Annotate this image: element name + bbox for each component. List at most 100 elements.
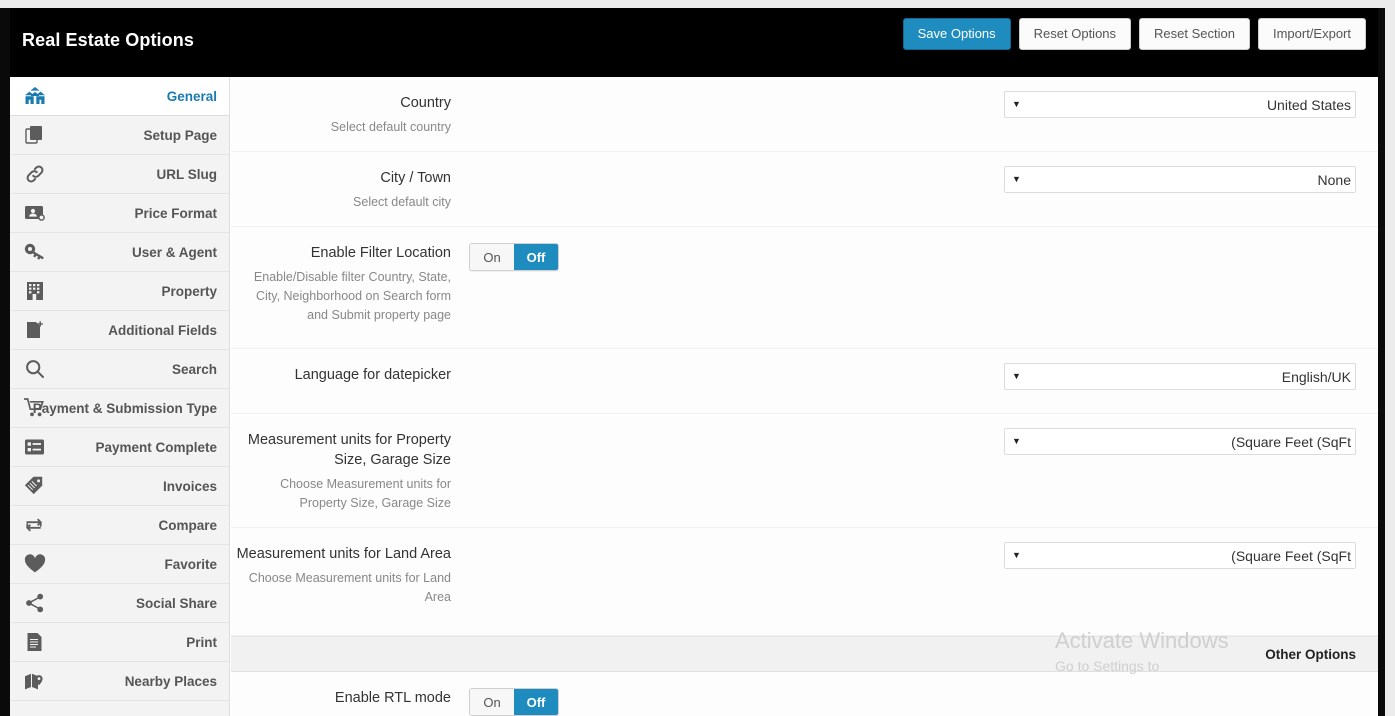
field-title: Country: [400, 95, 451, 111]
field-row-country: Country Select default country ▼ United …: [231, 77, 1378, 152]
sidebar-item-general[interactable]: General: [10, 77, 229, 116]
sidebar-item-label: Additional Fields: [108, 322, 217, 338]
sidebar-item-setup-page[interactable]: Setup Page: [10, 116, 229, 155]
field-label-group: City / Town Select default city: [231, 168, 451, 212]
country-select[interactable]: ▼ United States: [1004, 91, 1356, 118]
chevron-down-icon: ▼: [1012, 371, 1021, 381]
pages-icon: [24, 124, 46, 146]
country-select-value: United States: [1266, 96, 1351, 113]
toggle-off-option[interactable]: Off: [514, 244, 558, 270]
sidebar-item-label: Print: [186, 634, 217, 650]
save-options-button[interactable]: Save Options: [902, 18, 1011, 50]
field-control: ▼ (Square Feet (SqFt: [451, 428, 1378, 513]
sidebar-item-invoices[interactable]: Invoices: [10, 467, 229, 506]
price-card-icon: [24, 202, 46, 224]
sidebar-item-label: User & Agent: [131, 244, 217, 260]
sidebar-item-payment-submission-type[interactable]: Payment & Submission Type: [10, 389, 229, 428]
sidebar-item-label: Nearby Places: [124, 673, 217, 689]
field-row-enable-filter-location: Enable Filter Location Enable/Disable fi…: [231, 227, 1378, 349]
section-header-other-options: Other Options: [231, 636, 1378, 672]
field-title: Language for datepicker: [294, 367, 451, 383]
app-root: Real Estate Options Save Options Reset O…: [0, 0, 1395, 716]
enable-filter-location-toggle[interactable]: On Off: [469, 243, 559, 271]
field-label-group: Enable RTL mode Enable/Disable RTL mode: [231, 688, 451, 716]
city-select[interactable]: ▼ None: [1004, 166, 1356, 193]
sidebar-item-nearby-places[interactable]: Nearby Places: [10, 662, 229, 701]
left-edge-rail: [0, 0, 10, 716]
sidebar-item-favorite[interactable]: Favorite: [10, 545, 229, 584]
field-control: ▼ None: [451, 166, 1378, 212]
reset-options-button[interactable]: Reset Options: [1018, 18, 1132, 50]
link-icon: [24, 163, 46, 185]
field-control: ▼ (Square Feet (SqFt: [451, 542, 1378, 621]
toggle-on-option[interactable]: On: [470, 689, 514, 715]
page-title: Real Estate Options: [22, 30, 194, 50]
building-icon: [24, 280, 46, 302]
datepicker-language-select[interactable]: ▼ English/UK: [1004, 363, 1356, 390]
field-description: Select default country: [330, 120, 451, 134]
sidebar-item-label: Invoices: [162, 478, 217, 494]
sidebar-item-label: Property: [161, 283, 217, 299]
field-control: On Off: [451, 243, 1378, 334]
chevron-down-icon: ▼: [1012, 550, 1021, 560]
window-top-strip: [0, 0, 1395, 8]
sidebar-item-payment-complete[interactable]: Payment Complete: [10, 428, 229, 467]
sidebar-item-label: Favorite: [164, 556, 217, 572]
field-title: City / Town: [380, 170, 451, 186]
city-select-value: None: [1317, 171, 1351, 188]
property-size-units-select[interactable]: ▼ (Square Feet (SqFt: [1004, 428, 1356, 455]
chevron-down-icon: ▼: [1012, 99, 1021, 109]
property-size-units-select-value: (Square Feet (SqFt: [1231, 433, 1351, 450]
field-title: Enable Filter Location: [310, 245, 451, 261]
share-icon: [24, 592, 46, 614]
document-add-icon: [24, 319, 46, 341]
sidebar-item-label: Social Share: [135, 595, 217, 611]
field-label-group: Measurement units for Land Area Choose M…: [231, 544, 451, 621]
toggle-off-option[interactable]: Off: [514, 689, 558, 715]
body-wrapper: General Setup Page URL Slug Price Format: [10, 77, 1378, 716]
field-title: Measurement units for Land Area: [236, 546, 451, 562]
sidebar-item-search[interactable]: Search: [10, 350, 229, 389]
field-label-group: Language for datepicker: [231, 365, 451, 399]
field-label-group: Country Select default country: [231, 93, 451, 137]
sidebar-item-url-slug[interactable]: URL Slug: [10, 155, 229, 194]
field-control: ▼ English/UK: [451, 363, 1378, 399]
enable-rtl-mode-toggle[interactable]: On Off: [469, 688, 559, 716]
sidebar-item-property[interactable]: Property: [10, 272, 229, 311]
land-area-units-select-value: (Square Feet (SqFt: [1231, 547, 1351, 564]
header-actions: Save Options Reset Options Reset Section…: [902, 18, 1366, 50]
import-export-button[interactable]: Import/Export: [1257, 18, 1366, 50]
sidebar-item-print[interactable]: Print: [10, 623, 229, 662]
sidebar-item-label: General: [166, 88, 217, 104]
chevron-down-icon: ▼: [1012, 436, 1021, 446]
field-row-measurement-property-size: Measurement units for Property Size, Gar…: [231, 414, 1378, 528]
field-row-enable-rtl-mode: Enable RTL mode Enable/Disable RTL mode …: [231, 672, 1378, 716]
reset-section-button[interactable]: Reset Section: [1139, 18, 1250, 50]
section-header-label: Other Options: [1265, 646, 1356, 662]
sidebar-item-social-share[interactable]: Social Share: [10, 584, 229, 623]
print-document-icon: [24, 631, 46, 653]
toggle-on-option[interactable]: On: [470, 244, 514, 270]
sidebar-item-additional-fields[interactable]: Additional Fields: [10, 311, 229, 350]
sidebar-item-label: Price Format: [134, 205, 217, 221]
field-row-measurement-land-area: Measurement units for Land Area Choose M…: [231, 528, 1378, 636]
sidebar-item-compare[interactable]: Compare: [10, 506, 229, 545]
field-description: Enable/Disable filter Country, State, Ci…: [253, 270, 451, 322]
datepicker-language-select-value: English/UK: [1281, 368, 1351, 385]
right-outer-background: [1385, 0, 1395, 716]
sidebar-item-user-agent[interactable]: User & Agent: [10, 233, 229, 272]
sidebar-item-price-format[interactable]: Price Format: [10, 194, 229, 233]
field-title: Enable RTL mode: [334, 690, 451, 706]
sidebar-item-label: Payment Complete: [95, 439, 217, 455]
settings-content: Country Select default country ▼ United …: [231, 77, 1378, 716]
land-area-units-select[interactable]: ▼ (Square Feet (SqFt: [1004, 542, 1356, 569]
field-description: Choose Measurement units for Property Si…: [280, 477, 451, 510]
invoice-tag-icon: [24, 475, 46, 497]
right-edge-rail: [1378, 0, 1385, 716]
field-description: Select default city: [353, 195, 451, 209]
sidebar-item-label: URL Slug: [156, 166, 218, 182]
cart-icon: [24, 397, 46, 419]
field-label-group: Measurement units for Property Size, Gar…: [231, 430, 451, 513]
map-pin-icon: [24, 670, 46, 692]
page-header: Real Estate Options Save Options Reset O…: [10, 8, 1378, 77]
